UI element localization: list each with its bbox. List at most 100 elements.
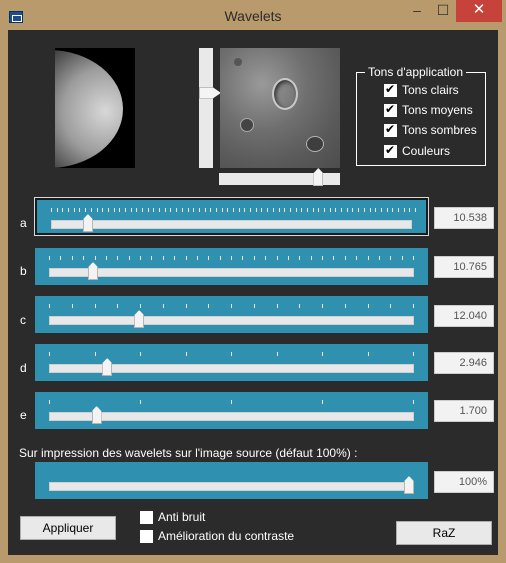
slider-tick [238,208,240,212]
checkbox-label: Amélioration du contraste [158,529,295,543]
slider-tick [162,256,164,260]
vertical-slider-thumb[interactable] [199,86,221,99]
slider-tick [284,208,286,212]
zoom-crater-preview[interactable] [220,48,340,168]
slider-tick [94,256,96,260]
slider-tick [392,208,394,212]
overprint-value[interactable]: 100% [434,471,494,493]
slider-tick [267,208,269,212]
slider-tick [128,256,130,260]
slider-tick [231,400,232,404]
slider-tick [344,256,346,260]
slider-tick [102,208,104,212]
slider-tick [255,208,257,212]
slider-d-value[interactable]: 2.946 [434,352,494,374]
slider-tick [261,208,263,212]
slider-tick [162,304,164,308]
slider-b[interactable] [35,248,428,285]
slider-tick [278,208,280,212]
slider-tick [244,208,246,212]
slider-tick [185,304,187,308]
checkbox-label: Tons clairs [402,83,459,97]
client-area: Tons d'application Tons clairs Tons moye… [8,30,498,555]
slider-e-value[interactable]: 1.700 [434,400,494,422]
slider-tick [312,208,314,212]
slider-tick [119,208,121,212]
slider-ticks [51,208,416,214]
slider-d[interactable] [35,344,428,381]
slider-tick [329,208,331,212]
slider-ticks [49,304,414,310]
slider-tick [369,208,371,212]
checkbox-box[interactable] [384,122,397,137]
slider-tick [333,256,335,260]
slider-rail [49,482,414,491]
slider-tick [62,208,64,212]
slider-a-value[interactable]: 10.538 [434,207,494,229]
slider-tick [124,208,126,212]
overprint-slider[interactable] [35,462,428,499]
slider-tick [363,208,365,212]
slider-ticks [49,400,414,406]
slider-a-letter: a [20,216,27,230]
slider-tick [170,208,172,212]
slider-b-letter: b [20,264,27,278]
slider-tick [301,208,303,212]
checkbox-box[interactable] [140,511,153,524]
slider-tick [140,256,141,260]
slider-a-thumb[interactable] [82,214,93,232]
slider-d-letter: d [20,361,27,375]
slider-tick [386,208,388,212]
slider-tick [83,256,85,260]
checkbox-box[interactable] [384,102,397,117]
reset-button[interactable]: RaZ [396,521,492,545]
title-bar[interactable]: Wavelets – ☐ ✕ [0,0,506,30]
slider-c-thumb[interactable] [134,310,145,328]
moon-crescent-image [55,50,123,168]
checkbox-box[interactable] [384,82,397,97]
horizontal-slider-thumb[interactable] [313,168,324,186]
slider-tick [51,208,52,212]
crater-detail [234,58,242,66]
slider-tick [375,208,377,212]
slider-a[interactable] [34,197,429,236]
slider-tick [253,304,255,308]
slider-d-thumb[interactable] [102,358,113,376]
slider-c[interactable] [35,296,428,333]
slider-e-thumb[interactable] [91,406,102,424]
slider-tick [79,208,81,212]
slider-tick [215,208,217,212]
checkbox-label: Tons sombres [402,123,477,137]
slider-ticks [49,352,414,358]
slider-tick [227,208,229,212]
slider-tick [94,304,96,308]
slider-c-value[interactable]: 12.040 [434,305,494,327]
checkbox-box[interactable] [384,143,397,158]
slider-tick [105,256,107,260]
slider-tick [318,208,320,212]
overprint-slider-thumb[interactable] [404,476,414,494]
crater-detail [272,78,298,110]
slider-tick [176,208,178,212]
minimize-button[interactable]: – [404,0,430,22]
maximize-button[interactable]: ☐ [430,0,456,22]
apply-button[interactable]: Appliquer [20,516,116,540]
slider-tick [390,304,392,308]
slider-tick [49,304,50,308]
slider-tick [231,352,232,356]
slider-tick [287,256,289,260]
slider-tick [272,208,274,212]
slider-rail [49,412,414,421]
slider-b-thumb[interactable] [88,262,99,280]
preview-horizontal-slider[interactable] [219,168,340,186]
close-button[interactable]: ✕ [456,0,502,22]
slider-tick [276,352,278,356]
checkbox-box[interactable] [140,530,153,543]
slider-b-value[interactable]: 10.765 [434,256,494,278]
slider-e[interactable] [35,392,428,429]
slider-tick [208,256,210,260]
slider-rail [51,220,412,229]
preview-vertical-slider[interactable] [199,48,221,168]
crater-detail [240,118,254,132]
slider-tick [153,208,155,212]
